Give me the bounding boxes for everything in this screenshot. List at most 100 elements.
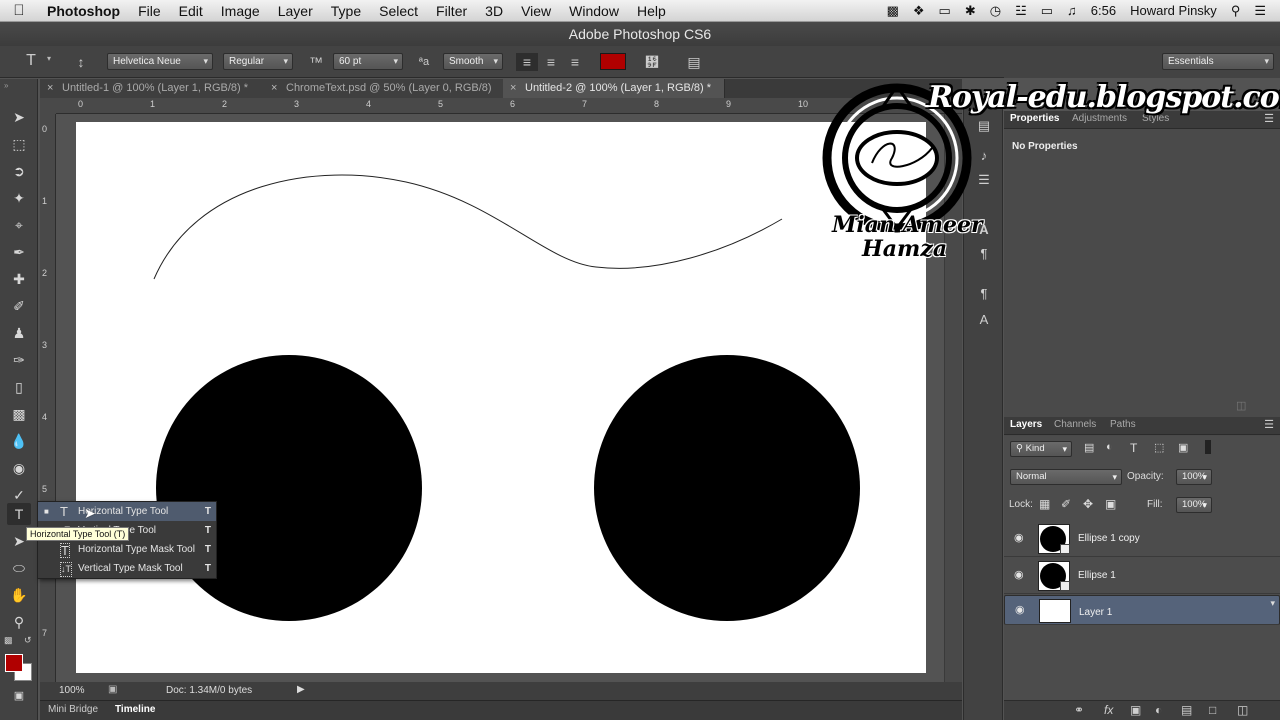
user-name[interactable]: Howard Pinsky (1130, 3, 1217, 18)
sliders-icon[interactable]: ☰ (973, 170, 995, 190)
blend-mode-select[interactable]: Normal (1010, 469, 1122, 485)
lasso-tool-icon[interactable]: ➲ (7, 160, 31, 182)
paragraph-styles-icon[interactable]: ¶ (973, 284, 995, 304)
wifi-icon[interactable]: ☳ (1015, 3, 1027, 19)
apple-menu-icon[interactable]:  (0, 2, 38, 19)
default-colors-icon[interactable]: ▩ (4, 635, 13, 646)
spotlight-search-icon[interactable]: ⚲ (1231, 3, 1241, 19)
link-layers-icon[interactable]: ⚭ (1074, 703, 1084, 717)
filter-shape-icon[interactable]: ⬚ (1154, 441, 1164, 454)
workspace-select[interactable]: Essentials (1162, 53, 1274, 70)
ruler-corner[interactable] (40, 98, 56, 114)
layer-row-ellipse-1-copy[interactable]: ◉ Ellipse 1 copy (1004, 521, 1280, 557)
document-canvas[interactable] (76, 122, 926, 673)
brush-tool-icon[interactable]: ✐ (7, 295, 31, 317)
paragraph-icon[interactable]: ¶ (973, 244, 995, 264)
character-panel-icon[interactable]: ▤ (683, 53, 705, 71)
time-machine-icon[interactable]: ◷ (990, 3, 1001, 19)
font-size-select[interactable]: 60 pt (333, 53, 403, 70)
lock-transparency-icon[interactable]: ▦ (1039, 497, 1050, 511)
warp-text-icon[interactable]: ᚟ (641, 53, 663, 71)
menu-help[interactable]: Help (628, 3, 675, 19)
healing-brush-tool-icon[interactable]: ✚ (7, 268, 31, 290)
align-right-icon[interactable]: ≡ (564, 53, 586, 71)
filter-type-icon[interactable]: T (1130, 441, 1137, 455)
font-style-select[interactable]: Regular (223, 53, 293, 70)
dodge-tool-icon[interactable]: ◉ (7, 457, 31, 479)
align-left-icon[interactable]: ≡ (516, 53, 538, 71)
close-tab-icon[interactable]: × (510, 79, 516, 98)
ellipse-tool-icon[interactable]: ⬭ (7, 557, 31, 579)
layers-panel-menu-icon[interactable]: ☰ (1264, 418, 1274, 431)
status-menu-arrow-icon[interactable]: ▶ (297, 684, 305, 695)
share-icon[interactable]: ▣ (108, 684, 117, 695)
filter-smart-object-icon[interactable]: ▣ (1178, 441, 1188, 454)
menu-type[interactable]: Type (322, 3, 370, 19)
font-family-select[interactable]: Helvetica Neue (107, 53, 213, 70)
menu-filter[interactable]: Filter (427, 3, 476, 19)
bluetooth-icon[interactable]: ✱ (965, 3, 976, 19)
history-panel-icon[interactable]: ▤ (973, 116, 995, 136)
filter-pixel-icon[interactable]: ▤ (1084, 441, 1094, 454)
blur-tool-icon[interactable]: 💧 (7, 430, 31, 452)
tab-chrometext[interactable]: × ChromeText.psd @ 50% (Layer 0, RGB/8) (264, 79, 504, 98)
character-styles-icon[interactable]: A (973, 310, 995, 330)
layer-row-layer-1[interactable]: ◉ Layer 1 (1004, 595, 1280, 625)
visibility-eye-icon[interactable]: ◉ (1014, 568, 1026, 581)
adjustments-icon[interactable]: ♪ (973, 146, 995, 166)
status-app-icon[interactable]: ▩ (887, 3, 899, 19)
notification-center-icon[interactable]: ☰ (1254, 3, 1266, 19)
lock-pixels-icon[interactable]: ✐ (1061, 497, 1071, 511)
flyout-horizontal-type-mask-tool[interactable]: T Horizontal Type Mask Tool T (38, 540, 216, 559)
zoom-level[interactable]: 100% (59, 685, 85, 696)
crop-tool-icon[interactable]: ⌖ (7, 214, 31, 236)
eraser-tool-icon[interactable]: ▯ (7, 376, 31, 398)
close-tab-icon[interactable]: × (271, 79, 277, 98)
menu-layer[interactable]: Layer (269, 3, 322, 19)
battery-icon[interactable]: ▭ (1041, 3, 1053, 19)
menu-select[interactable]: Select (370, 3, 427, 19)
close-tab-icon[interactable]: × (47, 79, 53, 98)
history-brush-tool-icon[interactable]: ✑ (7, 349, 31, 371)
menu-app-photoshop[interactable]: Photoshop (38, 3, 129, 19)
tool-preset-dropdown-icon[interactable]: ▾ (47, 54, 51, 63)
tab-untitled-1[interactable]: × Untitled-1 @ 100% (Layer 1, RGB/8) * (40, 79, 274, 98)
trash-icon[interactable]: ◫ (1236, 399, 1246, 412)
menu-edit[interactable]: Edit (170, 3, 212, 19)
add-mask-icon[interactable]: ▣ (1130, 703, 1141, 717)
lock-position-icon[interactable]: ✥ (1083, 497, 1093, 511)
tab-timeline[interactable]: Timeline (107, 704, 163, 715)
filter-toggle[interactable] (1205, 440, 1211, 454)
clock[interactable]: 6:56 (1091, 3, 1116, 18)
menu-image[interactable]: Image (212, 3, 269, 19)
new-adjustment-layer-icon[interactable]: ◐ (1155, 703, 1162, 717)
layer-filter-select[interactable]: ⚲ Kind (1010, 441, 1072, 457)
magic-wand-tool-icon[interactable]: ✦ (7, 187, 31, 209)
menu-3d[interactable]: 3D (476, 3, 512, 19)
tab-layers[interactable]: Layers (1004, 419, 1048, 430)
toggle-orientation-icon[interactable]: ↕ (70, 53, 92, 71)
zoom-tool-icon[interactable]: ⚲ (7, 611, 31, 633)
type-tool-icon[interactable]: T (7, 503, 31, 525)
opacity-input[interactable]: 100% (1176, 469, 1212, 485)
airplay-icon[interactable]: ▭ (939, 3, 951, 19)
marquee-tool-icon[interactable]: ⬚ (7, 133, 31, 155)
gradient-tool-icon[interactable]: ▩ (7, 403, 31, 425)
antialias-select[interactable]: Smooth (443, 53, 503, 70)
flyout-horizontal-type-tool[interactable]: ■ T Horizontal Type Tool T (38, 502, 216, 521)
fill-input[interactable]: 100% (1176, 497, 1212, 513)
align-center-icon[interactable]: ≡ (540, 53, 562, 71)
visibility-eye-icon[interactable]: ◉ (1014, 531, 1026, 544)
tab-mini-bridge[interactable]: Mini Bridge (40, 704, 106, 715)
clone-stamp-tool-icon[interactable]: ♟ (7, 322, 31, 344)
foreground-color-swatch[interactable] (5, 654, 23, 672)
new-layer-icon[interactable]: □ (1209, 703, 1216, 717)
swap-colors-icon[interactable]: ↺ (24, 635, 32, 646)
menu-window[interactable]: Window (560, 3, 628, 19)
flyout-vertical-type-mask-tool[interactable]: ↓T Vertical Type Mask Tool T (38, 559, 216, 578)
volume-icon[interactable]: ♫ (1067, 3, 1077, 18)
tool-preset-type-icon[interactable]: T (20, 52, 42, 70)
text-color-swatch[interactable] (600, 53, 626, 70)
vertical-ruler[interactable]: 0 1 2 3 4 5 6 7 (40, 114, 56, 682)
tab-channels[interactable]: Channels (1048, 419, 1102, 430)
